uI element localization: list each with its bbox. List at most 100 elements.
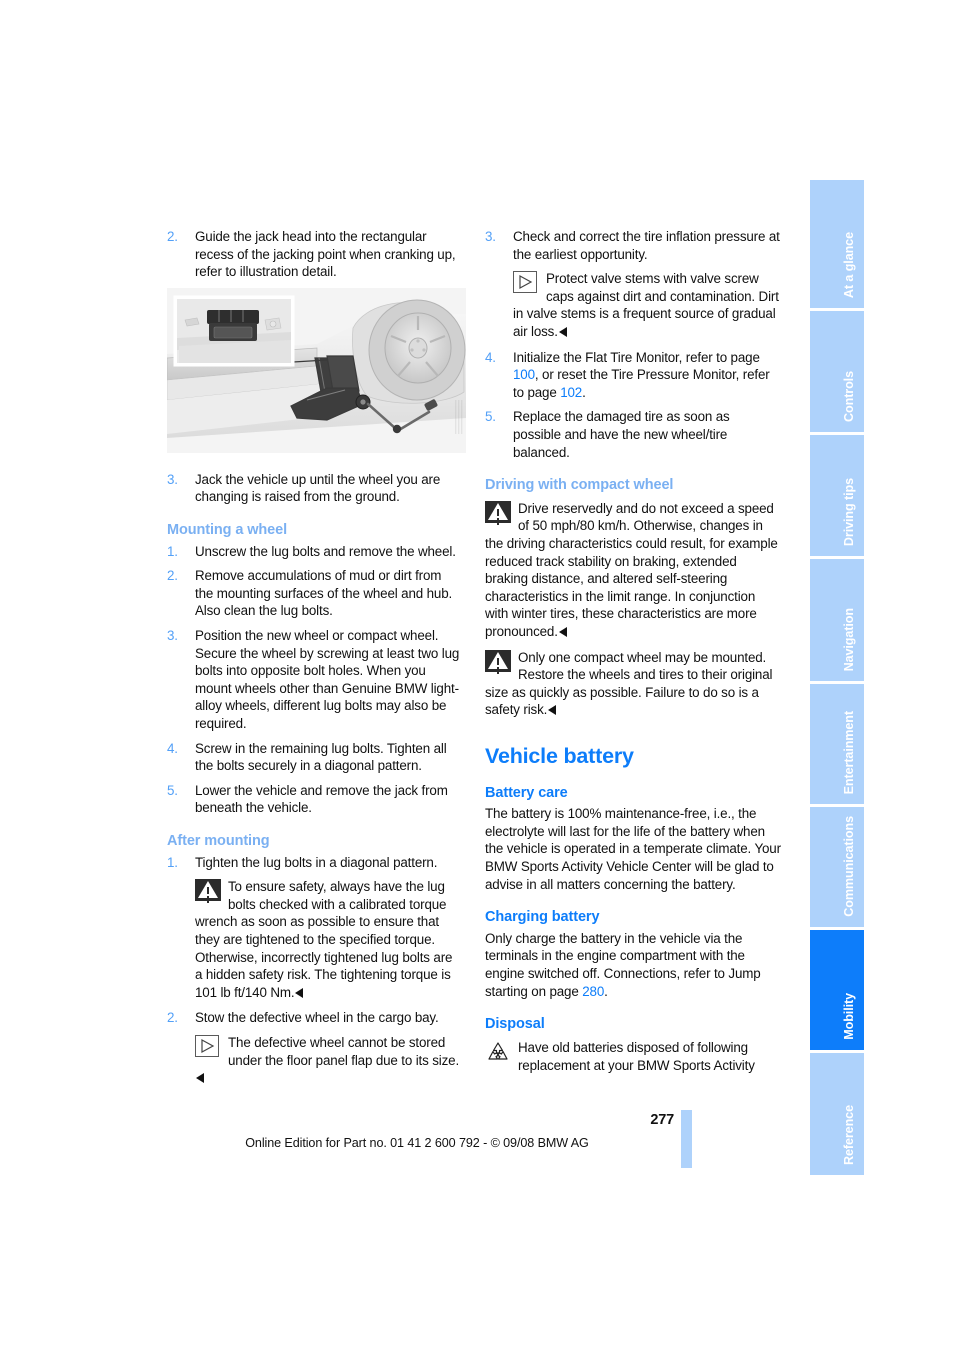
- jack-positioned-under-vehicle-illustration: [167, 288, 466, 453]
- info-note-defective-wheel: The defective wheel cannot be stored und…: [195, 1034, 463, 1087]
- step-text: Position the new wheel or compact wheel.…: [195, 628, 460, 731]
- step-number: 1.: [167, 543, 178, 559]
- step-number: 2.: [167, 229, 178, 244]
- step-text-after: .: [582, 384, 586, 400]
- sidebar-item-label: Controls: [842, 371, 856, 422]
- charging-battery-text: Only charge the battery in the vehicle v…: [485, 930, 781, 1000]
- end-of-note-marker: [548, 705, 557, 716]
- list-item: 2. Guide the jack head into the rectangu…: [167, 228, 463, 281]
- warning-note-only-one-compact-wheel: Only one compact wheel may be mounted. R…: [485, 649, 781, 719]
- end-of-note-marker: [558, 326, 567, 337]
- info-note-battery-disposal: Have old batteries disposed of following…: [485, 1039, 781, 1074]
- end-of-note-marker: [196, 1073, 204, 1084]
- sidebar-item-label: Navigation: [842, 607, 856, 671]
- step-text: Replace the damaged tire as soon as poss…: [513, 409, 730, 460]
- recycle-icon: [485, 1040, 511, 1062]
- warning-triangle-icon: [195, 879, 221, 902]
- sidebar-item-label: At a glance: [842, 231, 856, 298]
- after-mounting-step-list: 1. Tighten the lug bolts in a diagonal p…: [167, 854, 463, 872]
- step-number: 1.: [167, 854, 178, 870]
- list-item: 2. Remove accumulations of mud or dirt f…: [167, 567, 463, 620]
- charging-battery-text-before: Only charge the battery in the vehicle v…: [485, 930, 761, 999]
- list-item: 3. Position the new wheel or compact whe…: [167, 627, 463, 733]
- step-number: 2.: [167, 1010, 178, 1026]
- sidebar-item-mobility[interactable]: Mobility: [810, 930, 864, 1053]
- step-text-before: Initialize the Flat Tire Monitor, refer …: [513, 349, 760, 365]
- list-item: 4. Initialize the Flat Tire Monitor, ref…: [485, 349, 781, 402]
- step-number: 3.: [167, 628, 178, 644]
- sidebar-item-communications[interactable]: Communications: [810, 807, 864, 930]
- sidebar-item-driving-tips[interactable]: Driving tips: [810, 435, 864, 559]
- step-text: Stow the defective wheel in the cargo ba…: [195, 1010, 439, 1026]
- heading-after-mounting: After mounting: [167, 832, 270, 849]
- step-text-middle: , or reset the Tire Pressure Monitor, re…: [513, 367, 770, 400]
- heading-mounting-a-wheel: Mounting a wheel: [167, 521, 288, 538]
- side-index-tabs: At a glance Controls Driving tips Naviga…: [810, 180, 864, 1178]
- step-text: Remove accumulations of mud or dirt from…: [195, 568, 453, 619]
- warning-note-text: Drive reservedly and do not exceed a spe…: [485, 500, 778, 639]
- list-item: 1. Tighten the lug bolts in a diagonal p…: [167, 854, 463, 872]
- page-edge-marker: [681, 1110, 692, 1168]
- step-text: Tighten the lug bolts in a diagonal patt…: [195, 854, 438, 870]
- heading-charging-battery: Charging battery: [485, 909, 600, 926]
- sidebar-item-entertainment[interactable]: Entertainment: [810, 684, 864, 807]
- step-number: 4.: [485, 349, 496, 365]
- list-item: 3. Jack the vehicle up until the wheel y…: [167, 471, 463, 506]
- info-play-icon: [195, 1034, 221, 1057]
- sidebar-item-navigation[interactable]: Navigation: [810, 559, 864, 684]
- page-title-vehicle-battery: Vehicle battery: [485, 743, 634, 768]
- list-item: 1. Unscrew the lug bolts and remove the …: [167, 543, 463, 561]
- step-text: Check and correct the tire inflation pre…: [513, 229, 780, 262]
- list-item: 5. Replace the damaged tire as soon as p…: [485, 408, 781, 461]
- warning-note-torque: To ensure safety, always have the lug bo…: [195, 878, 463, 1001]
- info-note-text: Have old batteries disposed of following…: [518, 1039, 755, 1073]
- step-number: 3.: [167, 471, 178, 487]
- charging-battery-text-after: .: [604, 983, 608, 999]
- list-item: 2. Stow the defective wheel in the cargo…: [167, 1009, 463, 1027]
- mounting-a-wheel-step-list: 1. Unscrew the lug bolts and remove the …: [167, 543, 463, 817]
- sidebar-item-label: Driving tips: [842, 477, 856, 546]
- step-number: 2.: [167, 568, 178, 584]
- after-mounting-step-list-continued: 2. Stow the defective wheel in the cargo…: [167, 1009, 463, 1027]
- changing-wheel-step-list: 2. Guide the jack head into the rectangu…: [167, 228, 463, 281]
- info-note-valve-stems: Protect valve stems with valve screw cap…: [513, 270, 781, 340]
- page-reference-link[interactable]: 100: [513, 367, 535, 382]
- manual-page: 2. Guide the jack head into the rectangu…: [0, 0, 954, 1350]
- info-note-text: Protect valve stems with valve screw cap…: [513, 271, 779, 339]
- step-text: Unscrew the lug bolts and remove the whe…: [195, 543, 456, 559]
- figure-graphic: [167, 288, 466, 453]
- end-of-note-marker: [558, 626, 567, 637]
- list-item: 4. Screw in the remaining lug bolts. Tig…: [167, 740, 463, 775]
- warning-triangle-icon: [485, 500, 511, 523]
- step-text: Jack the vehicle up until the wheel you …: [195, 471, 441, 505]
- sidebar-item-label: Communications: [842, 816, 856, 917]
- sidebar-item-label: Mobility: [842, 993, 856, 1040]
- sidebar-item-reference[interactable]: Reference: [810, 1053, 864, 1178]
- tire-pressure-step-list: 3. Check and correct the tire inflation …: [485, 228, 781, 263]
- step-text: Screw in the remaining lug bolts. Tighte…: [195, 740, 447, 774]
- warning-note-text: Only one compact wheel may be mounted. R…: [485, 649, 773, 718]
- warning-note-compact-wheel-speed: Drive reservedly and do not exceed a spe…: [485, 500, 781, 641]
- recycle-icon-glyph: [488, 1042, 508, 1060]
- sidebar-item-label: Entertainment: [842, 710, 856, 794]
- page-reference-link[interactable]: 102: [560, 385, 582, 400]
- battery-care-text: The battery is 100% maintenance-free, i.…: [485, 806, 781, 892]
- sidebar-item-at-a-glance[interactable]: At a glance: [810, 180, 864, 311]
- edition-footer-text: Online Edition for Part no. 01 41 2 600 …: [245, 1136, 589, 1150]
- info-play-icon-glyph: [195, 1034, 219, 1057]
- step-number: 5.: [485, 409, 496, 425]
- list-item: 3. Check and correct the tire inflation …: [485, 228, 781, 263]
- step-number: 3.: [485, 229, 496, 244]
- tire-pressure-step-list-continued: 4. Initialize the Flat Tire Monitor, ref…: [485, 349, 781, 462]
- sidebar-item-controls[interactable]: Controls: [810, 311, 864, 435]
- sidebar-item-label: Reference: [842, 1104, 856, 1165]
- heading-driving-with-compact-wheel: Driving with compact wheel: [485, 477, 674, 494]
- warning-triangle-icon: [485, 649, 511, 672]
- info-play-icon-glyph: [513, 271, 537, 294]
- info-note-text: The defective wheel cannot be stored und…: [228, 1034, 460, 1068]
- heading-battery-care: Battery care: [485, 784, 568, 801]
- page-number: 277: [650, 1112, 674, 1128]
- list-item: 5. Lower the vehicle and remove the jack…: [167, 782, 463, 817]
- end-of-note-marker: [295, 987, 304, 998]
- page-reference-link[interactable]: 280: [582, 984, 604, 999]
